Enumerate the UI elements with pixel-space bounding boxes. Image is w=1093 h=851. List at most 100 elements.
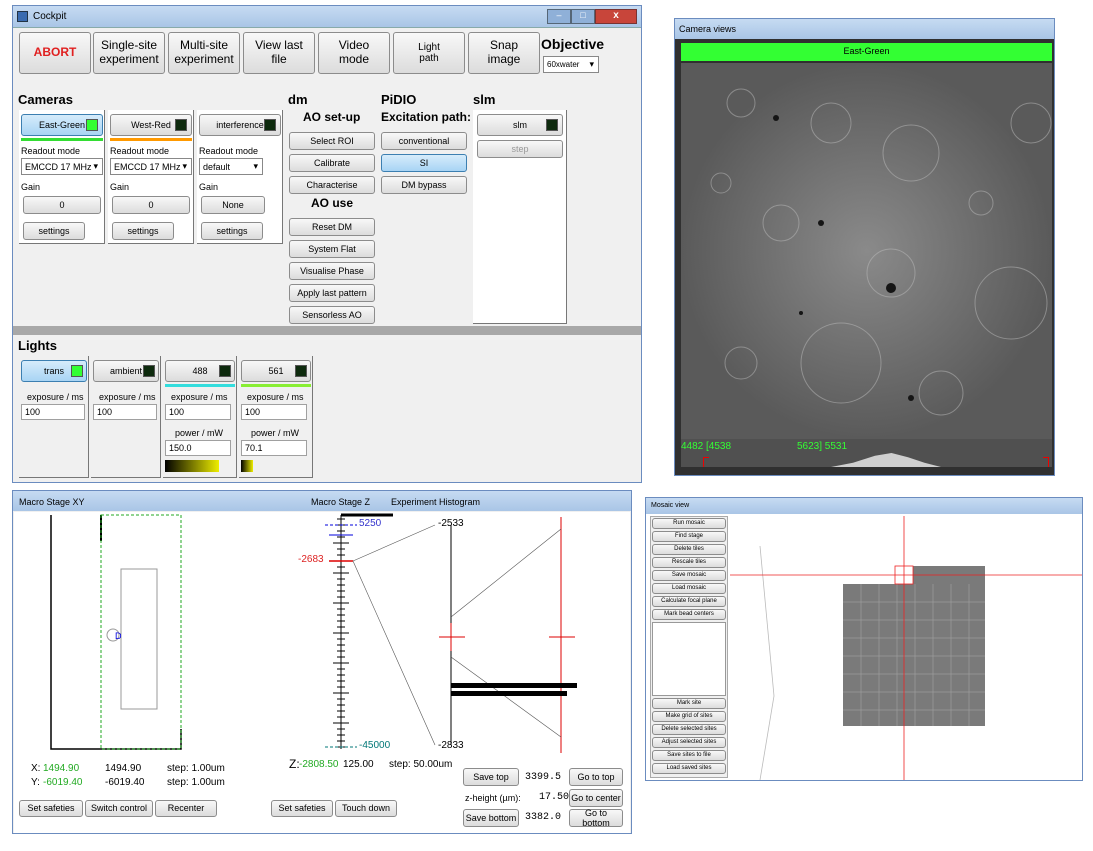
z-position-raw: 125.00 <box>343 759 374 770</box>
mark-bead-centers-button[interactable]: Mark bead centers <box>652 609 726 620</box>
recenter-button[interactable]: Recenter <box>155 800 217 817</box>
xy-stage-map[interactable]: D <box>33 513 193 753</box>
slm-heading: slm <box>473 92 496 107</box>
snap-image-button[interactable]: Snap image <box>468 32 540 74</box>
sites-list[interactable] <box>652 622 726 696</box>
settings-button[interactable]: settings <box>201 222 263 240</box>
readout-select[interactable]: EMCCD 17 MHz <box>21 158 103 175</box>
close-icon[interactable]: x <box>595 9 637 24</box>
camera-views-titlebar: Camera views <box>675 19 1054 39</box>
power-spinner[interactable]: 150.0 <box>165 440 231 456</box>
mark-site-button[interactable]: Mark site <box>652 698 726 709</box>
exposure-label: exposure / ms <box>171 392 228 402</box>
save-mosaic-button[interactable]: Save mosaic <box>652 570 726 581</box>
slm-step-button[interactable]: step <box>477 140 563 158</box>
exposure-spinner[interactable]: 100 <box>165 404 231 420</box>
readout-label: Readout mode <box>199 146 259 156</box>
select-roi-button[interactable]: Select ROI <box>289 132 375 150</box>
histogram-left-label: 4482 [4538 <box>681 441 732 452</box>
light-name: 488 <box>192 365 208 376</box>
set-safeties-button[interactable]: Set safeties <box>19 800 83 817</box>
z-step: step: 50.00um <box>389 759 453 770</box>
go-to-bottom-button[interactable]: Go to bottom <box>569 808 623 828</box>
find-stage-button[interactable]: Find stage <box>652 531 726 542</box>
camera-toggle-west-red[interactable]: West-Red <box>110 114 192 136</box>
save-sites-to-file-button[interactable]: Save sites to file <box>652 750 726 761</box>
camera-toggle-east-green[interactable]: East-Green <box>21 114 103 136</box>
settings-button[interactable]: settings <box>23 222 85 240</box>
power-spinner[interactable]: 70.1 <box>241 440 307 456</box>
light-path-button[interactable]: Light path <box>393 32 465 74</box>
visualise-phase-button[interactable]: Visualise Phase <box>289 262 375 280</box>
exposure-spinner[interactable]: 100 <box>21 404 85 420</box>
light-toggle-561[interactable]: 561 <box>241 360 311 382</box>
apply-last-pattern-button[interactable]: Apply last pattern <box>289 284 375 302</box>
mosaic-canvas[interactable] <box>730 516 1082 780</box>
gain-label: Gain <box>199 182 219 192</box>
gain-button[interactable]: 0 <box>23 196 101 214</box>
rescale-tiles-button[interactable]: Rescale tiles <box>652 557 726 568</box>
load-mosaic-button[interactable]: Load mosaic <box>652 583 726 594</box>
light-toggle-ambient[interactable]: ambient <box>93 360 159 382</box>
power-gradient <box>241 460 253 472</box>
y-position-raw: -6019.40 <box>105 777 145 788</box>
video-mode-button[interactable]: Video mode <box>318 32 390 74</box>
light-toggle-488[interactable]: 488 <box>165 360 235 382</box>
adjust-selected-sites-button[interactable]: Adjust selected sites <box>652 737 726 748</box>
gain-button[interactable]: None <box>201 196 265 214</box>
cameras-heading: Cameras <box>18 92 73 107</box>
light-name: ambient <box>109 365 143 376</box>
maximize-icon[interactable]: □ <box>571 9 595 24</box>
load-saved-sites-button[interactable]: Load saved sites <box>652 763 726 774</box>
lights-heading: Lights <box>18 338 57 353</box>
camera-toggle-interference[interactable]: interference <box>199 114 281 136</box>
view-last-file-button[interactable]: View last file <box>243 32 315 74</box>
save-bottom-button[interactable]: Save bottom <box>463 809 519 827</box>
dm-bypass-button[interactable]: DM bypass <box>381 176 467 194</box>
gain-button[interactable]: 0 <box>112 196 190 214</box>
conventional-button[interactable]: conventional <box>381 132 467 150</box>
reset-dm-button[interactable]: Reset DM <box>289 218 375 236</box>
power-label: power / mW <box>175 428 224 438</box>
abort-button[interactable]: ABORT <box>19 32 91 74</box>
light-color-bar <box>241 384 311 387</box>
cockpit-titlebar: Cockpit – □ x <box>13 6 641 28</box>
histogram-right-marker <box>1043 457 1049 467</box>
make-grid-of-sites-button[interactable]: Make grid of sites <box>652 711 726 722</box>
calculate-focal-plane-button[interactable]: Calculate focal plane <box>652 596 726 607</box>
macro-hist-title: Experiment Histogram <box>391 497 481 507</box>
light-toggle-trans[interactable]: trans <box>21 360 87 382</box>
single-site-button[interactable]: Single-site experiment <box>93 32 165 74</box>
light-status-chip <box>143 365 155 377</box>
go-to-top-button[interactable]: Go to top <box>569 768 623 786</box>
x-position-raw: 1494.90 <box>105 763 142 774</box>
calibrate-button[interactable]: Calibrate <box>289 154 375 172</box>
minimize-icon[interactable]: – <box>547 9 571 24</box>
run-mosaic-button[interactable]: Run mosaic <box>652 518 726 529</box>
z-stage-ruler[interactable] <box>293 513 453 753</box>
go-to-center-button[interactable]: Go to center <box>569 789 623 807</box>
multi-site-button[interactable]: Multi-site experiment <box>168 32 240 74</box>
window-title: Cockpit <box>33 11 67 22</box>
characterise-button[interactable]: Characterise <box>289 176 375 194</box>
exposure-label: exposure / ms <box>27 392 84 402</box>
readout-select[interactable]: default <box>199 158 263 175</box>
delete-tiles-button[interactable]: Delete tiles <box>652 544 726 555</box>
svg-text:D: D <box>115 631 122 641</box>
si-button[interactable]: SI <box>381 154 467 172</box>
set-safeties-z-button[interactable]: Set safeties <box>271 800 333 817</box>
save-top-button[interactable]: Save top <box>463 768 519 786</box>
objective-select[interactable]: 60xwater <box>543 56 599 73</box>
touch-down-button[interactable]: Touch down <box>335 800 397 817</box>
system-flat-button[interactable]: System Flat <box>289 240 375 258</box>
exposure-spinner[interactable]: 100 <box>241 404 307 420</box>
slm-panel: slm step <box>473 110 567 324</box>
settings-button[interactable]: settings <box>112 222 174 240</box>
readout-select[interactable]: EMCCD 17 MHz <box>110 158 192 175</box>
sensorless-ao-button[interactable]: Sensorless AO <box>289 306 375 324</box>
switch-control-button[interactable]: Switch control <box>85 800 153 817</box>
exposure-label: exposure / ms <box>247 392 304 402</box>
exposure-spinner[interactable]: 100 <box>93 404 157 420</box>
slm-toggle[interactable]: slm <box>477 114 563 136</box>
delete-selected-sites-button[interactable]: Delete selected sites <box>652 724 726 735</box>
